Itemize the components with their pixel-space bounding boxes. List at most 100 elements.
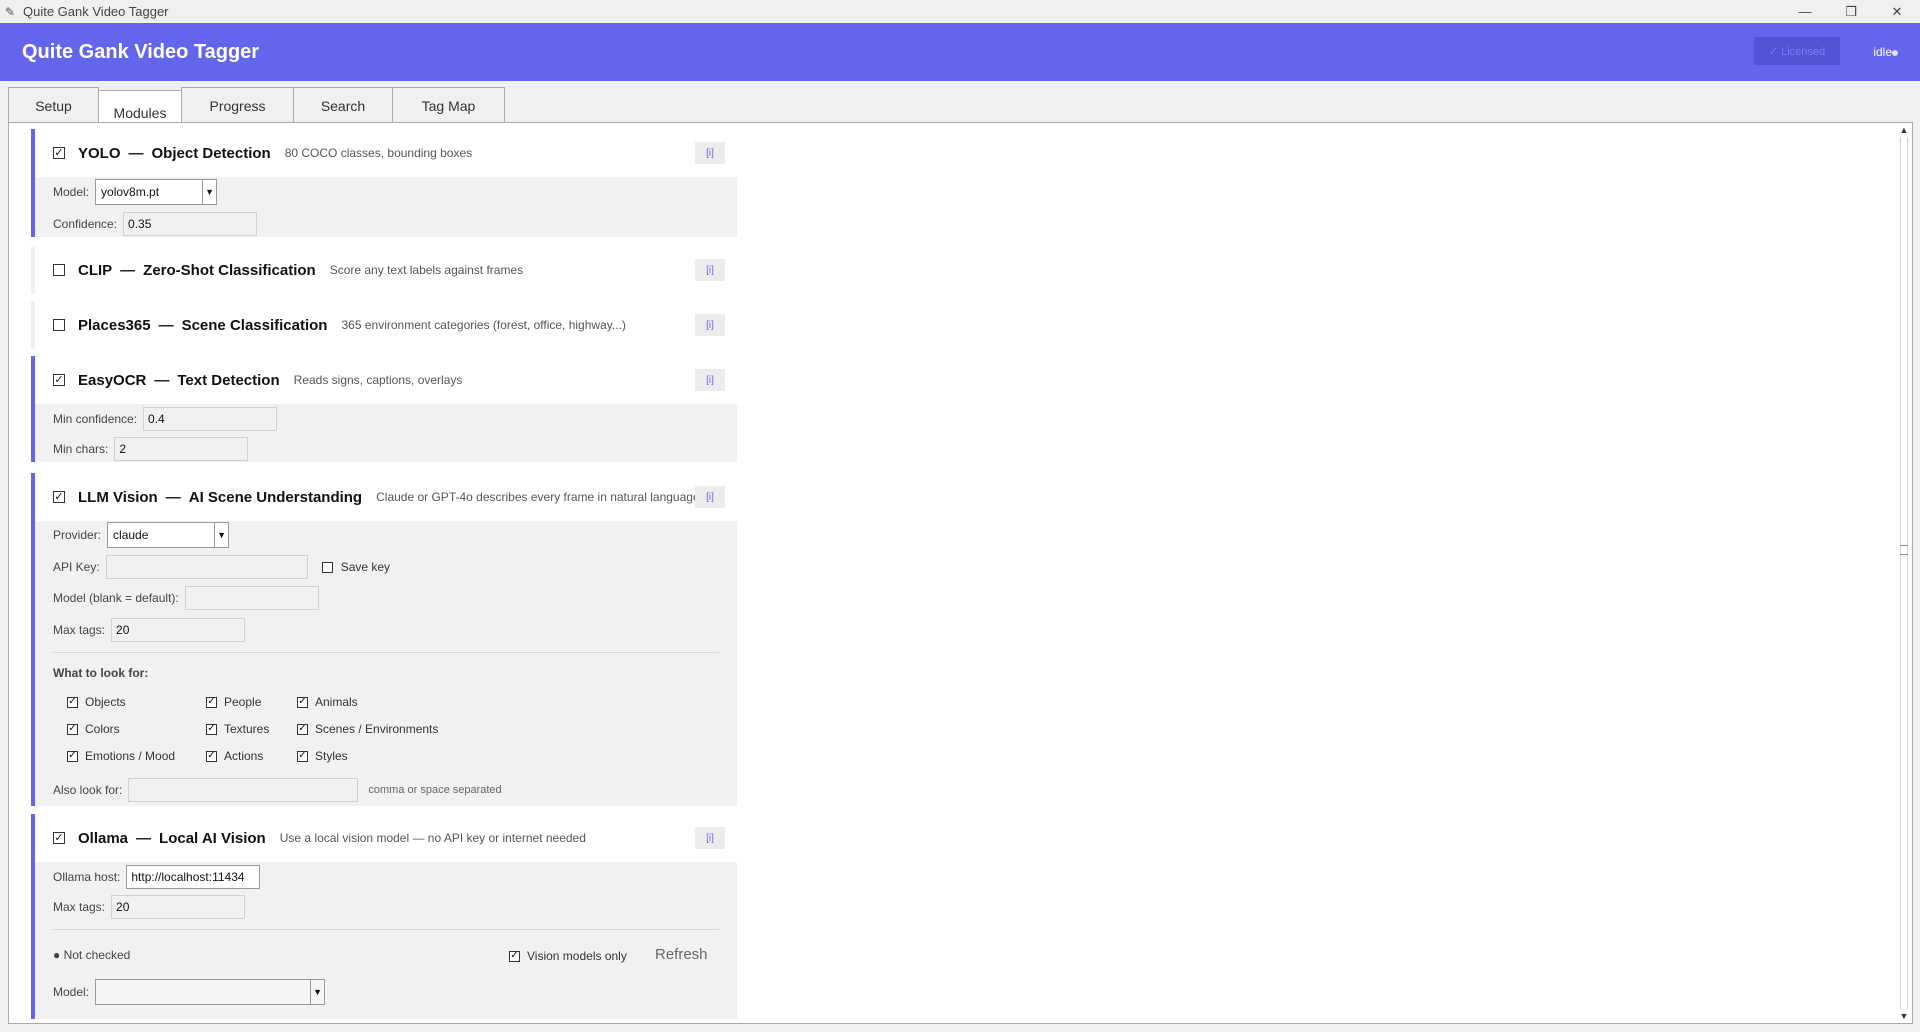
look-for-scenes[interactable]: ✓ Scenes / Environments xyxy=(297,722,438,736)
tab-search[interactable]: Search xyxy=(293,87,393,123)
yolo-model-select[interactable]: yolov8m.pt ▼ xyxy=(95,179,218,205)
llm-provider-value: claude xyxy=(113,528,149,542)
tab-tag-map[interactable]: Tag Map xyxy=(392,87,505,123)
ollama-host-input[interactable]: http://localhost:11434 xyxy=(126,865,261,889)
clip-info-button[interactable]: [i] xyxy=(695,259,725,281)
look-for-objects[interactable]: ✓ Objects xyxy=(67,695,126,709)
module-settings-llm-vision: Provider: claude ▼ API Key: Save key Mod… xyxy=(35,521,737,806)
ollama-enable-checkbox[interactable]: ✓ xyxy=(53,832,65,844)
easyocr-info-button[interactable]: [i] xyxy=(695,369,725,391)
tab-setup[interactable]: Setup xyxy=(8,87,99,123)
look-for-people[interactable]: ✓ People xyxy=(206,695,261,709)
llm-also-input[interactable] xyxy=(128,778,359,802)
look-for-textures[interactable]: ✓ Textures xyxy=(206,722,269,736)
minimize-icon[interactable]: — xyxy=(1782,0,1828,23)
module-card-easyocr: ✓ EasyOCR — Text Detection Reads signs, … xyxy=(31,356,737,462)
look-for-animals[interactable]: ✓ Animals xyxy=(297,695,358,709)
llm-save-key-label: Save key xyxy=(340,560,391,574)
yolo-confidence-row: Confidence: 0.35 xyxy=(53,211,258,237)
module-subtitle: Scene Classification xyxy=(181,316,328,334)
module-dash: — xyxy=(165,488,181,506)
look-for-actions[interactable]: ✓ Actions xyxy=(206,749,263,763)
divider xyxy=(53,929,719,930)
yolo-info-button[interactable]: [i] xyxy=(695,142,725,164)
llm-api-key-input[interactable] xyxy=(105,555,308,579)
textures-checkbox[interactable]: ✓ xyxy=(206,723,217,735)
ollama-refresh-button[interactable]: Refresh xyxy=(655,946,708,963)
people-checkbox[interactable]: ✓ xyxy=(206,696,217,708)
llm-enable-checkbox[interactable]: ✓ xyxy=(53,491,65,503)
module-description: 365 environment categories (forest, offi… xyxy=(341,318,626,332)
ollama-model-row: Model: ▼ xyxy=(53,979,326,1005)
module-name: YOLO xyxy=(78,144,121,162)
vertical-scrollbar[interactable]: ▲ ▼ xyxy=(1897,125,1911,1021)
easyocr-min-conf-label: Min confidence: xyxy=(53,412,138,426)
look-for-styles[interactable]: ✓ Styles xyxy=(297,749,348,763)
llm-model-label: Model (blank = default): xyxy=(53,591,179,605)
module-card-places365: Places365 — Scene Classification 365 env… xyxy=(31,301,737,349)
scroll-up-icon[interactable]: ▲ xyxy=(1899,125,1909,135)
yolo-confidence-input[interactable]: 0.35 xyxy=(123,212,258,236)
module-description: Score any text labels against frames xyxy=(329,263,524,277)
chevron-down-icon[interactable]: ▼ xyxy=(202,180,216,204)
ollama-status-text: ● Not checked xyxy=(53,948,131,962)
easyocr-min-conf-row: Min confidence: 0.4 xyxy=(53,406,278,432)
objects-checkbox[interactable]: ✓ xyxy=(67,696,78,708)
tab-progress[interactable]: Progress xyxy=(181,87,294,123)
easyocr-min-chars-input[interactable]: 2 xyxy=(114,437,249,461)
ollama-max-tags-label: Max tags: xyxy=(53,900,106,914)
look-for-label: Animals xyxy=(315,695,358,709)
module-header-places365: Places365 — Scene Classification 365 env… xyxy=(35,301,737,349)
animals-checkbox[interactable]: ✓ xyxy=(297,696,308,708)
look-for-emotions[interactable]: ✓ Emotions / Mood xyxy=(67,749,175,763)
close-icon[interactable]: ✕ xyxy=(1874,0,1920,23)
places365-info-button[interactable]: [i] xyxy=(695,314,725,336)
look-for-label: Styles xyxy=(315,749,348,763)
module-description: Use a local vision model — no API key or… xyxy=(279,831,586,845)
license-badge[interactable]: ✓ Licensed xyxy=(1754,37,1840,65)
scenes-checkbox[interactable]: ✓ xyxy=(297,723,308,735)
llm-info-button[interactable]: [i] xyxy=(695,486,725,508)
scroll-thumb[interactable] xyxy=(1900,137,1908,1009)
module-name: Ollama xyxy=(78,829,129,847)
module-dash: — xyxy=(158,316,174,334)
places365-enable-checkbox[interactable] xyxy=(53,319,65,331)
ollama-model-select[interactable]: ▼ xyxy=(95,979,326,1005)
module-header-clip: CLIP — Zero-Shot Classification Score an… xyxy=(35,246,737,294)
status-dot-icon xyxy=(1892,50,1898,56)
module-subtitle: Text Detection xyxy=(177,371,280,389)
module-header-llm-vision: ✓ LLM Vision — AI Scene Understanding Cl… xyxy=(35,473,737,521)
llm-model-row: Model (blank = default): xyxy=(53,585,319,611)
chevron-down-icon[interactable]: ▼ xyxy=(214,523,228,547)
emotions-checkbox[interactable]: ✓ xyxy=(67,750,78,762)
llm-save-key-checkbox[interactable] xyxy=(321,561,333,573)
tab-bar: Setup Modules Progress Search Tag Map xyxy=(8,87,505,128)
easyocr-enable-checkbox[interactable]: ✓ xyxy=(53,374,65,386)
chevron-down-icon[interactable]: ▼ xyxy=(310,980,324,1004)
modules-pane: ✓ YOLO — Object Detection 80 COCO classe… xyxy=(8,122,1913,1024)
easyocr-min-conf-input[interactable]: 0.4 xyxy=(143,407,278,431)
module-card-yolo: ✓ YOLO — Object Detection 80 COCO classe… xyxy=(31,129,737,237)
yolo-enable-checkbox[interactable]: ✓ xyxy=(53,147,65,159)
look-for-label: Colors xyxy=(85,722,120,736)
look-for-colors[interactable]: ✓ Colors xyxy=(67,722,120,736)
llm-provider-select[interactable]: claude ▼ xyxy=(107,522,230,548)
llm-model-input[interactable] xyxy=(184,586,319,610)
styles-checkbox[interactable]: ✓ xyxy=(297,750,308,762)
look-for-label: People xyxy=(224,695,262,709)
app-title: Quite Gank Video Tagger xyxy=(22,40,260,63)
scroll-down-icon[interactable]: ▼ xyxy=(1899,1011,1909,1021)
llm-provider-label: Provider: xyxy=(53,528,102,542)
colors-checkbox[interactable]: ✓ xyxy=(67,723,78,735)
yolo-confidence-label: Confidence: xyxy=(53,217,118,231)
ollama-max-tags-input[interactable]: 20 xyxy=(111,895,246,919)
vision-only-checkbox[interactable]: ✓ xyxy=(509,950,520,962)
ollama-vision-only[interactable]: ✓ Vision models only xyxy=(509,949,627,963)
ollama-info-button[interactable]: [i] xyxy=(695,827,725,849)
clip-enable-checkbox[interactable] xyxy=(53,264,65,276)
easyocr-min-chars-label: Min chars: xyxy=(53,442,109,456)
maximize-icon[interactable]: ❐ xyxy=(1828,0,1874,23)
vision-only-label: Vision models only xyxy=(527,949,627,963)
llm-max-tags-input[interactable]: 20 xyxy=(111,618,246,642)
actions-checkbox[interactable]: ✓ xyxy=(206,750,217,762)
